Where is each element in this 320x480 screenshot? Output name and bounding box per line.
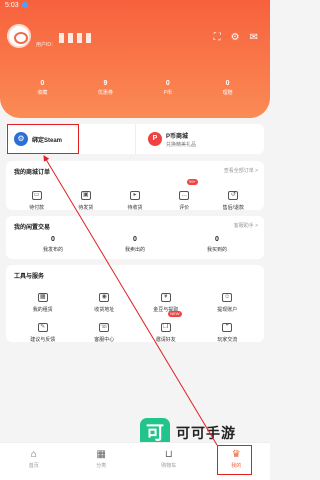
stat-pcoins[interactable]: 0 P币 (164, 80, 172, 96)
edit-icon: ✎ (37, 323, 48, 332)
tool-feedback[interactable]: ✎ 建议与反馈 (15, 315, 70, 343)
tool-service-center[interactable]: ☏ 客服中心 (77, 315, 132, 343)
calendar-icon: ▦ (37, 293, 48, 302)
idle-published[interactable]: 0 我发布的 (18, 236, 88, 253)
mine-highlight-box (217, 445, 252, 475)
idle-row: 0 我发布的 0 我卖出的 0 我买到的 (6, 236, 264, 253)
truck-icon: ▸ (129, 191, 140, 200)
header-actions: ⛶ ⚙ ✉ (214, 32, 258, 43)
steam-highlight-box (7, 124, 79, 154)
box-icon: ▣ (80, 191, 91, 200)
account-icon: ☺ (222, 293, 233, 302)
gift-icon: ❒ (160, 323, 171, 332)
tool-rental[interactable]: ▦ 我的租赁 (15, 285, 70, 313)
home-icon: ⌂ (30, 449, 37, 460)
wallet-icon: ▭ (31, 191, 42, 200)
avatar[interactable] (7, 24, 31, 48)
tool-address[interactable]: ◉ 收货地址 (77, 285, 132, 313)
stat-favorites[interactable]: 0 收藏 (37, 80, 47, 96)
chat-icon: ❞ (222, 323, 233, 332)
idle-title: 我的闲置交易 (14, 225, 51, 231)
scan-icon[interactable]: ⛶ (214, 32, 221, 43)
service-assistant-link[interactable]: 客服助手 > (234, 222, 258, 229)
order-refund[interactable]: ↺ 售后/退款 (213, 183, 253, 211)
status-bar: 5:03 (0, 0, 270, 12)
tools-row-1: ▦ 我的租赁 ◉ 收货地址 ¥ 金豆与提取 ☺ 提现账户 (6, 285, 264, 313)
orders-title: 我的商城订单 (14, 170, 51, 176)
tool-gold-beans[interactable]: ¥ 金豆与提取 (138, 285, 193, 313)
service-icon: ☏ (99, 323, 110, 332)
nav-home[interactable]: ⌂ 首页 (7, 449, 61, 480)
tools-title: 工具与服务 (14, 274, 45, 280)
pcoin-mall-button[interactable]: P P币商城 兑换精美礼品 (135, 124, 264, 154)
tool-invite-friends[interactable]: ❒ NEW 邀请好友 (138, 311, 193, 343)
idle-sold[interactable]: 0 我卖出的 (100, 236, 170, 253)
order-review[interactable]: … 99+ 评价 (164, 179, 204, 211)
order-pending-payment[interactable]: ▭ 待付款 (17, 183, 57, 211)
all-orders-link[interactable]: 查看全部订单 > (224, 167, 258, 174)
new-badge: NEW (168, 311, 182, 317)
watermark-text: 可可手游 (176, 425, 236, 441)
stats-bar: 0 收藏 9 优惠券 0 P币 0 理赔 (0, 80, 270, 96)
coin-icon: ¥ (160, 293, 171, 302)
tools-row-2: ✎ 建议与反馈 ☏ 客服中心 ❒ NEW 邀请好友 ❞ 玩家交流 (6, 311, 264, 343)
review-badge: 99+ (187, 179, 198, 185)
grid-icon: ▦ (96, 449, 106, 460)
cart-icon: ⊔ (164, 449, 173, 460)
location-icon: ◉ (99, 293, 110, 302)
settings-icon[interactable]: ⚙ (231, 32, 240, 43)
nav-cart[interactable]: ⊔ 购物车 (142, 449, 196, 480)
pcoin-icon: P (148, 132, 162, 146)
stat-coupons[interactable]: 9 优惠券 (98, 80, 113, 96)
tool-player-chat[interactable]: ❞ 玩家交流 (200, 315, 255, 343)
notification-dot-icon (21, 2, 28, 8)
status-time: 5:03 (5, 2, 19, 9)
user-name-masked (59, 33, 95, 43)
tools-card: 工具与服务 ▦ 我的租赁 ◉ 收货地址 ¥ 金豆与提取 ☺ 提现账户 ✎ 建议与反馈 ☏ 客… (6, 265, 264, 343)
profile-header: 5:03 用户ID： ⛶ ⚙ ✉ 0 收藏 9 优惠券 0 P币 0 理赔 (0, 0, 270, 118)
user-id-label: 用户ID： (36, 42, 57, 48)
message-icon[interactable]: ✉ (250, 32, 258, 43)
comment-icon: … (179, 191, 190, 200)
stat-claims[interactable]: 0 理赔 (223, 80, 233, 96)
order-pending-receive[interactable]: ▸ 待收货 (115, 183, 155, 211)
idle-bought[interactable]: 0 我买到的 (182, 236, 252, 253)
refund-icon: ↺ (228, 191, 239, 200)
tool-withdraw-account[interactable]: ☺ 提现账户 (200, 285, 255, 313)
orders-row: ▭ 待付款 ▣ 待发货 ▸ 待收货 … 99+ 评价 ↺ 售后/退款 (6, 179, 264, 211)
idle-trade-card: 我的闲置交易 客服助手 > 0 我发布的 0 我卖出的 0 我买到的 (6, 216, 264, 259)
nav-category[interactable]: ▦ 分类 (74, 449, 128, 480)
order-pending-ship[interactable]: ▣ 待发货 (66, 183, 106, 211)
orders-card: 我的商城订单 查看全部订单 > ▭ 待付款 ▣ 待发货 ▸ 待收货 … 99+ 评价 ↺ 售… (6, 161, 264, 211)
